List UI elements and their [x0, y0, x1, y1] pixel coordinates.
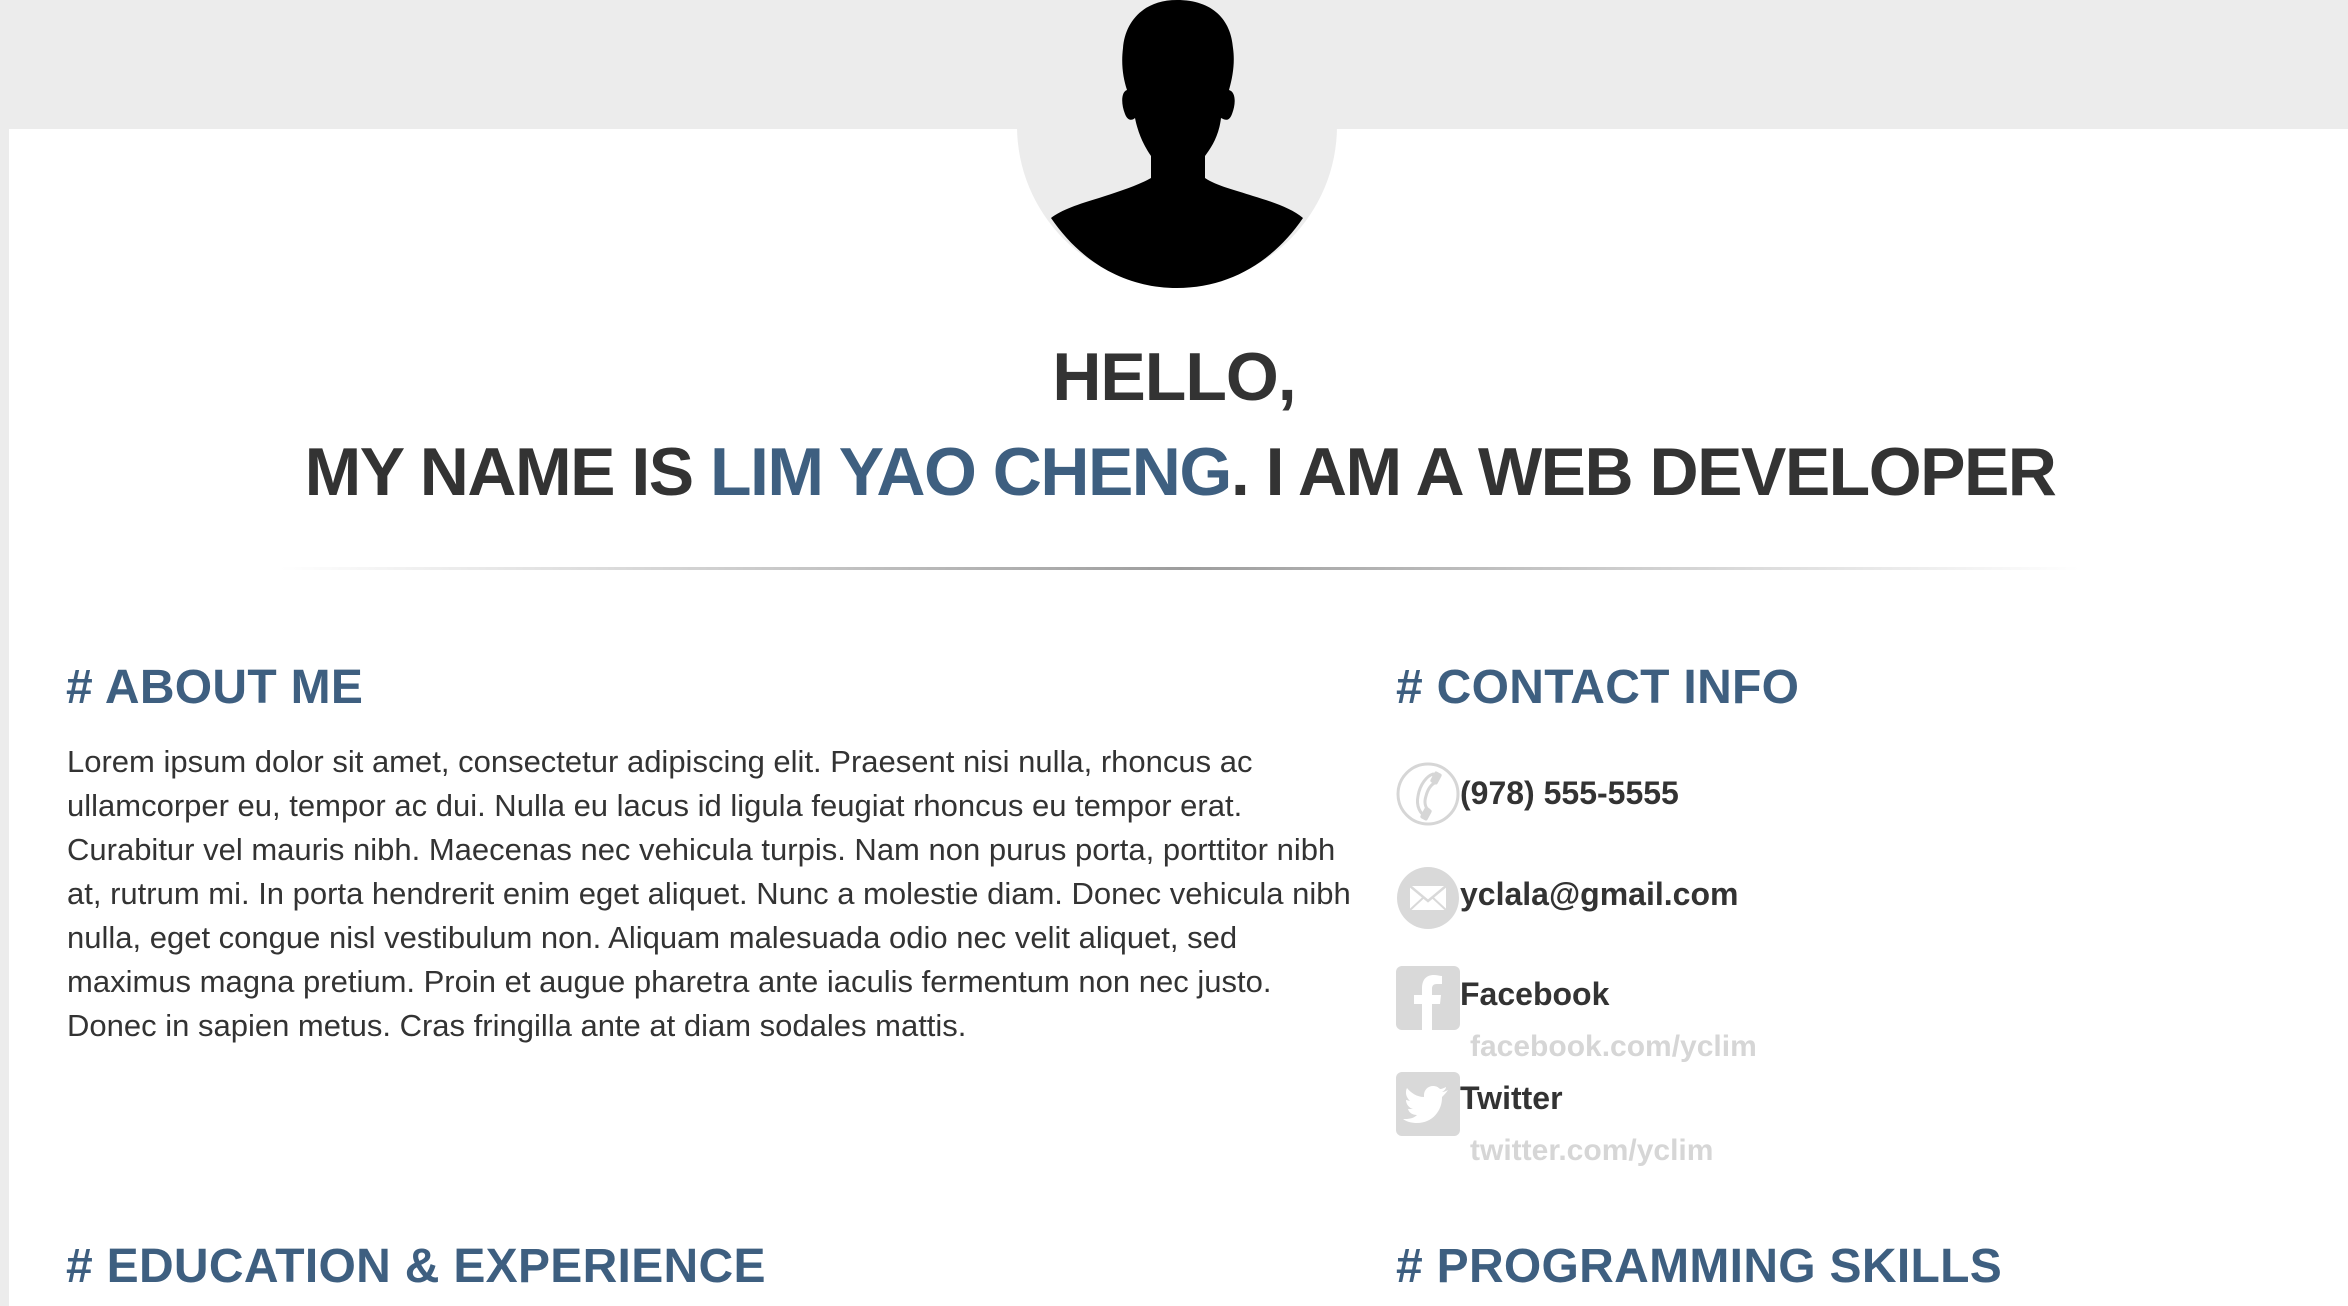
education-title: # EDUCATION & EXPERIENCE [66, 1240, 766, 1293]
envelope-icon [1397, 867, 1459, 929]
intro-prefix: MY NAME IS [304, 434, 710, 510]
person-name: LIM YAO CHENG [709, 434, 1232, 510]
twitter-icon [1396, 1072, 1460, 1136]
email-address: yclala@gmail.com [1460, 876, 1739, 912]
facebook-icon [1396, 966, 1460, 1030]
avatar [1017, 0, 1338, 290]
intro-line: MY NAME IS LIM YAO CHENG. I AM A WEB DEV… [12, 422, 2348, 522]
skills-title: # PROGRAMMING SKILLS [1396, 1240, 2003, 1293]
intro-suffix: . I AM A WEB DEVELOPER [1230, 434, 2057, 510]
phone-number: (978) 555-5555 [1460, 775, 1679, 811]
greeting: HELLO, [1052, 339, 1296, 415]
person-silhouette-icon [1017, 0, 1337, 288]
hero-divider [280, 567, 2080, 570]
facebook-handle[interactable]: facebook.com/yclim [1470, 1030, 1757, 1064]
twitter-handle[interactable]: twitter.com/yclim [1470, 1134, 1713, 1168]
hero-heading: HELLO, MY NAME IS LIM YAO CHENG. I AM A … [0, 332, 2348, 522]
contact-title: # CONTACT INFO [1396, 661, 1800, 714]
about-title: # ABOUT ME [66, 661, 364, 714]
facebook-label: Facebook [1460, 976, 1610, 1012]
twitter-label: Twitter [1460, 1080, 1563, 1116]
phone-icon [1396, 762, 1460, 826]
about-text: Lorem ipsum dolor sit amet, consectetur … [67, 744, 1351, 1043]
resume-page [9, 129, 2348, 1306]
